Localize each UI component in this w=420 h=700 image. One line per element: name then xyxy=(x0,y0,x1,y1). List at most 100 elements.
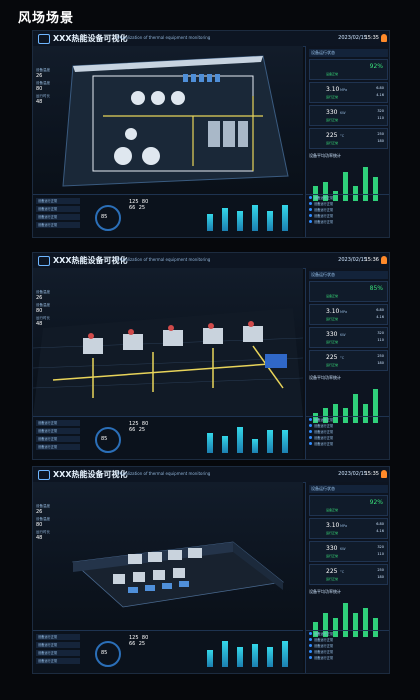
dashboard-header: XXX热能设备可视化 Visualization of thermal equi… xyxy=(33,31,389,47)
gauge-ring xyxy=(95,205,121,231)
device-row[interactable]: 设备运行正常 xyxy=(36,198,80,204)
percent-value: 85% xyxy=(369,285,383,292)
device-row[interactable]: 设备运行正常 xyxy=(36,436,80,442)
dashboard-screen-3: XXX热能设备可视化 Visualization of thermal equi… xyxy=(32,466,390,674)
status-card: 225 °C 250 180 运行正常 xyxy=(309,564,388,585)
right-status-panel: 设备运行状态 85% 设备正常 3.10 MPa 6.80 4.16 运行正常 … xyxy=(305,268,389,459)
status-item[interactable]: 设备运行正常 xyxy=(309,208,388,213)
status-item[interactable]: 设备运行正常 xyxy=(309,418,388,423)
metric-value: 330 xyxy=(326,545,338,552)
bar xyxy=(282,641,288,667)
status-card: 225 °C 250 180 运行正常 xyxy=(309,128,388,149)
percent-value: 92% xyxy=(369,63,383,70)
status-item[interactable]: 设备运行正常 xyxy=(309,202,388,207)
dashboard-header: XXX热能设备可视化 Visualization of thermal equi… xyxy=(33,467,389,483)
status-list: 设备运行正常 设备运行正常 设备运行正常 设备运行正常 设备运行正常 xyxy=(306,194,389,237)
3d-plant-scene[interactable]: 设备温度 26 设备温度 80 运行时长 48 xyxy=(33,46,303,194)
bar xyxy=(267,210,273,231)
metric-sub: 110 xyxy=(377,116,384,120)
time-text: 15:35 xyxy=(364,471,379,477)
status-card: 3.10 MPa 6.80 4.16 运行正常 xyxy=(309,82,388,103)
date-text: 2023/02/15 xyxy=(338,257,367,263)
device-list: 设备运行正常 设备运行正常 设备运行正常 设备运行正常 xyxy=(36,420,80,452)
metric-value: 3.10 xyxy=(326,86,340,93)
status-card: 85% 设备正常 xyxy=(309,281,388,302)
metric-sub: 180 xyxy=(377,361,384,365)
3d-building-scene[interactable]: 设备温度 26 设备温度 80 运行时长 48 xyxy=(33,482,303,630)
info-value: 26 xyxy=(36,73,43,79)
metric-sub: 320 xyxy=(377,331,384,335)
metric-unit: °C xyxy=(340,134,345,138)
status-item[interactable]: 设备运行正常 xyxy=(309,424,388,429)
metric-unit: MPa xyxy=(340,524,348,528)
status-item[interactable]: 设备运行正常 xyxy=(309,220,388,225)
status-item[interactable]: 设备运行正常 xyxy=(309,442,388,447)
metric-sub: 250 xyxy=(377,568,384,572)
date-text: 2023/02/15 xyxy=(338,35,367,41)
metric-sub: 250 xyxy=(377,354,384,358)
device-row[interactable]: 设备运行正常 xyxy=(36,420,80,426)
status-card: 3.10 MPa 6.80 4.16 运行正常 xyxy=(309,304,388,325)
device-row[interactable]: 设备运行正常 xyxy=(36,634,80,640)
metric-value: 225 xyxy=(326,354,338,361)
bottom-stats-bar: 设备运行正常 设备运行正常 设备运行正常 设备运行正常 85 125 80 66… xyxy=(33,630,303,673)
device-row[interactable]: 设备运行正常 xyxy=(36,214,80,220)
chart-title: 设备平均功率统计 xyxy=(309,375,341,380)
section-header: 设备运行状态 xyxy=(309,49,388,57)
device-row[interactable]: 设备运行正常 xyxy=(36,444,80,450)
status-item[interactable]: 设备运行正常 xyxy=(309,650,388,655)
right-status-panel: 设备运行状态 92% 设备正常 3.10 MPa 6.80 4.16 运行正常 … xyxy=(305,46,389,237)
stat-value: 25 xyxy=(138,427,146,433)
status-card: 330 KW 320 110 运行正常 xyxy=(309,105,388,126)
status-tag: 运行正常 xyxy=(326,531,339,535)
scene-info-panel: 设备温度 26 设备温度 80 运行时长 48 xyxy=(36,288,70,327)
alarm-bell-icon[interactable] xyxy=(381,470,387,478)
status-item[interactable]: 设备运行正常 xyxy=(309,632,388,637)
bottom-stats-bar: 设备运行正常 设备运行正常 设备运行正常 设备运行正常 85 125 80 66… xyxy=(33,194,303,237)
status-list: 设备运行正常 设备运行正常 设备运行正常 设备运行正常 设备运行正常 xyxy=(306,416,389,459)
logo-icon xyxy=(38,470,50,480)
metric-sub: 110 xyxy=(377,552,384,556)
status-item[interactable]: 设备运行正常 xyxy=(309,196,388,201)
scene-info-panel: 设备温度 26 设备温度 80 运行时长 48 xyxy=(36,66,70,105)
status-item[interactable]: 设备运行正常 xyxy=(309,656,388,661)
info-value: 26 xyxy=(36,509,43,515)
bar-chart xyxy=(201,421,299,459)
alarm-bell-icon[interactable] xyxy=(381,256,387,264)
status-tag: 设备正常 xyxy=(326,508,339,512)
building-graphic xyxy=(72,541,284,608)
bar xyxy=(237,646,243,667)
gauge-ring xyxy=(95,641,121,667)
3d-pump-scene[interactable]: 设备温度 26 设备温度 80 运行时长 48 xyxy=(33,268,303,416)
bar xyxy=(207,432,213,453)
device-row[interactable]: 设备运行正常 xyxy=(36,658,80,664)
system-subtitle: Visualization of thermal equipment monit… xyxy=(117,257,211,262)
device-row[interactable]: 设备运行正常 xyxy=(36,650,80,656)
info-value: 80 xyxy=(36,86,43,92)
status-item[interactable]: 设备运行正常 xyxy=(309,644,388,649)
mid-stats: 125 80 66 25 xyxy=(129,199,195,211)
status-item[interactable]: 设备运行正常 xyxy=(309,436,388,441)
device-row[interactable]: 设备运行正常 xyxy=(36,206,80,212)
device-row[interactable]: 设备运行正常 xyxy=(36,642,80,648)
dashboard-header: XXX热能设备可视化 Visualization of thermal equi… xyxy=(33,253,389,269)
gauge-value: 85 xyxy=(101,436,108,442)
metric-unit: °C xyxy=(340,570,345,574)
chart-title: 设备平均功率统计 xyxy=(309,589,341,594)
device-row[interactable]: 设备运行正常 xyxy=(36,428,80,434)
metric-unit: KW xyxy=(340,111,346,115)
status-item[interactable]: 设备运行正常 xyxy=(309,214,388,219)
status-card: 92% 设备正常 xyxy=(309,59,388,80)
device-row[interactable]: 设备运行正常 xyxy=(36,222,80,228)
logo-icon xyxy=(38,34,50,44)
metric-unit: KW xyxy=(340,547,346,551)
metric-value: 3.10 xyxy=(326,522,340,529)
system-subtitle: Visualization of thermal equipment monit… xyxy=(117,35,211,40)
status-item[interactable]: 设备运行正常 xyxy=(309,430,388,435)
dashboard-screen-1: XXX热能设备可视化 Visualization of thermal equi… xyxy=(32,30,390,238)
metric-sub: 320 xyxy=(377,545,384,549)
alarm-bell-icon[interactable] xyxy=(381,34,387,42)
bar xyxy=(282,429,288,453)
status-item[interactable]: 设备运行正常 xyxy=(309,638,388,643)
gauge-value: 85 xyxy=(101,214,108,220)
